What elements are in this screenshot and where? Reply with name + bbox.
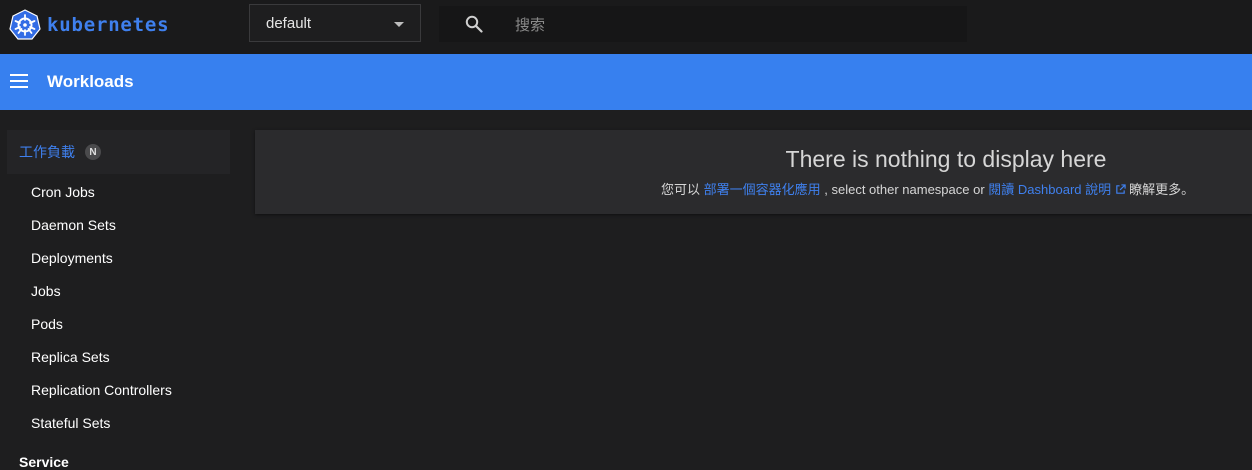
brand[interactable]: kubernetes bbox=[9, 8, 169, 42]
page-title: Workloads bbox=[47, 72, 134, 91]
sidebar-item-deployments[interactable]: Deployments bbox=[0, 244, 242, 277]
sidebar-item-pods[interactable]: Pods bbox=[0, 310, 242, 343]
kubernetes-logo-icon bbox=[9, 9, 41, 40]
external-link-icon[interactable] bbox=[1115, 184, 1126, 195]
sidebar-item-daemon-sets[interactable]: Daemon Sets bbox=[0, 211, 242, 244]
search-input[interactable] bbox=[513, 6, 957, 44]
text-after: 瞭解更多。 bbox=[1129, 182, 1195, 197]
brand-name: kubernetes bbox=[47, 14, 170, 36]
docs-link[interactable]: 閱讀 Dashboard 說明 bbox=[988, 182, 1111, 197]
sidebar-item-jobs[interactable]: Jobs bbox=[0, 277, 242, 310]
sidebar-item-replica-sets[interactable]: Replica Sets bbox=[0, 343, 242, 376]
sidebar-item-cron-jobs[interactable]: Cron Jobs bbox=[0, 178, 242, 211]
nav-header-workloads[interactable]: 工作負載 N bbox=[7, 130, 230, 174]
chevron-down-icon bbox=[394, 22, 404, 27]
search-box bbox=[439, 6, 967, 44]
namespace-select[interactable]: default bbox=[249, 4, 421, 42]
deploy-app-link[interactable]: 部署一個容器化應用 bbox=[704, 182, 821, 197]
nav-header-label: 工作負載 bbox=[19, 144, 75, 160]
sidebar: 工作負載 N Cron Jobs Daemon Sets Deployments… bbox=[0, 110, 242, 470]
sidebar-item-replication-controllers[interactable]: Replication Controllers bbox=[0, 376, 242, 409]
top-bar: kubernetes default bbox=[0, 0, 1252, 54]
nav-list: Cron Jobs Daemon Sets Deployments Jobs P… bbox=[0, 178, 242, 442]
empty-state-title: There is nothing to display here bbox=[785, 146, 1107, 172]
menu-icon[interactable] bbox=[10, 74, 28, 88]
text-middle: , select other namespace or bbox=[820, 182, 989, 197]
sidebar-section-service[interactable]: Service bbox=[19, 454, 69, 470]
empty-state-card: There is nothing to display here 您可以 部署一… bbox=[255, 130, 1252, 214]
empty-state-text: 您可以 部署一個容器化應用 , select other namespace o… bbox=[661, 179, 1194, 198]
namespace-value: default bbox=[266, 14, 312, 32]
search-icon[interactable] bbox=[465, 15, 483, 33]
sidebar-item-stateful-sets[interactable]: Stateful Sets bbox=[0, 409, 242, 442]
page-toolbar: Workloads bbox=[0, 54, 1252, 110]
namespace-badge: N bbox=[85, 144, 101, 160]
text-before: 您可以 bbox=[661, 182, 704, 197]
